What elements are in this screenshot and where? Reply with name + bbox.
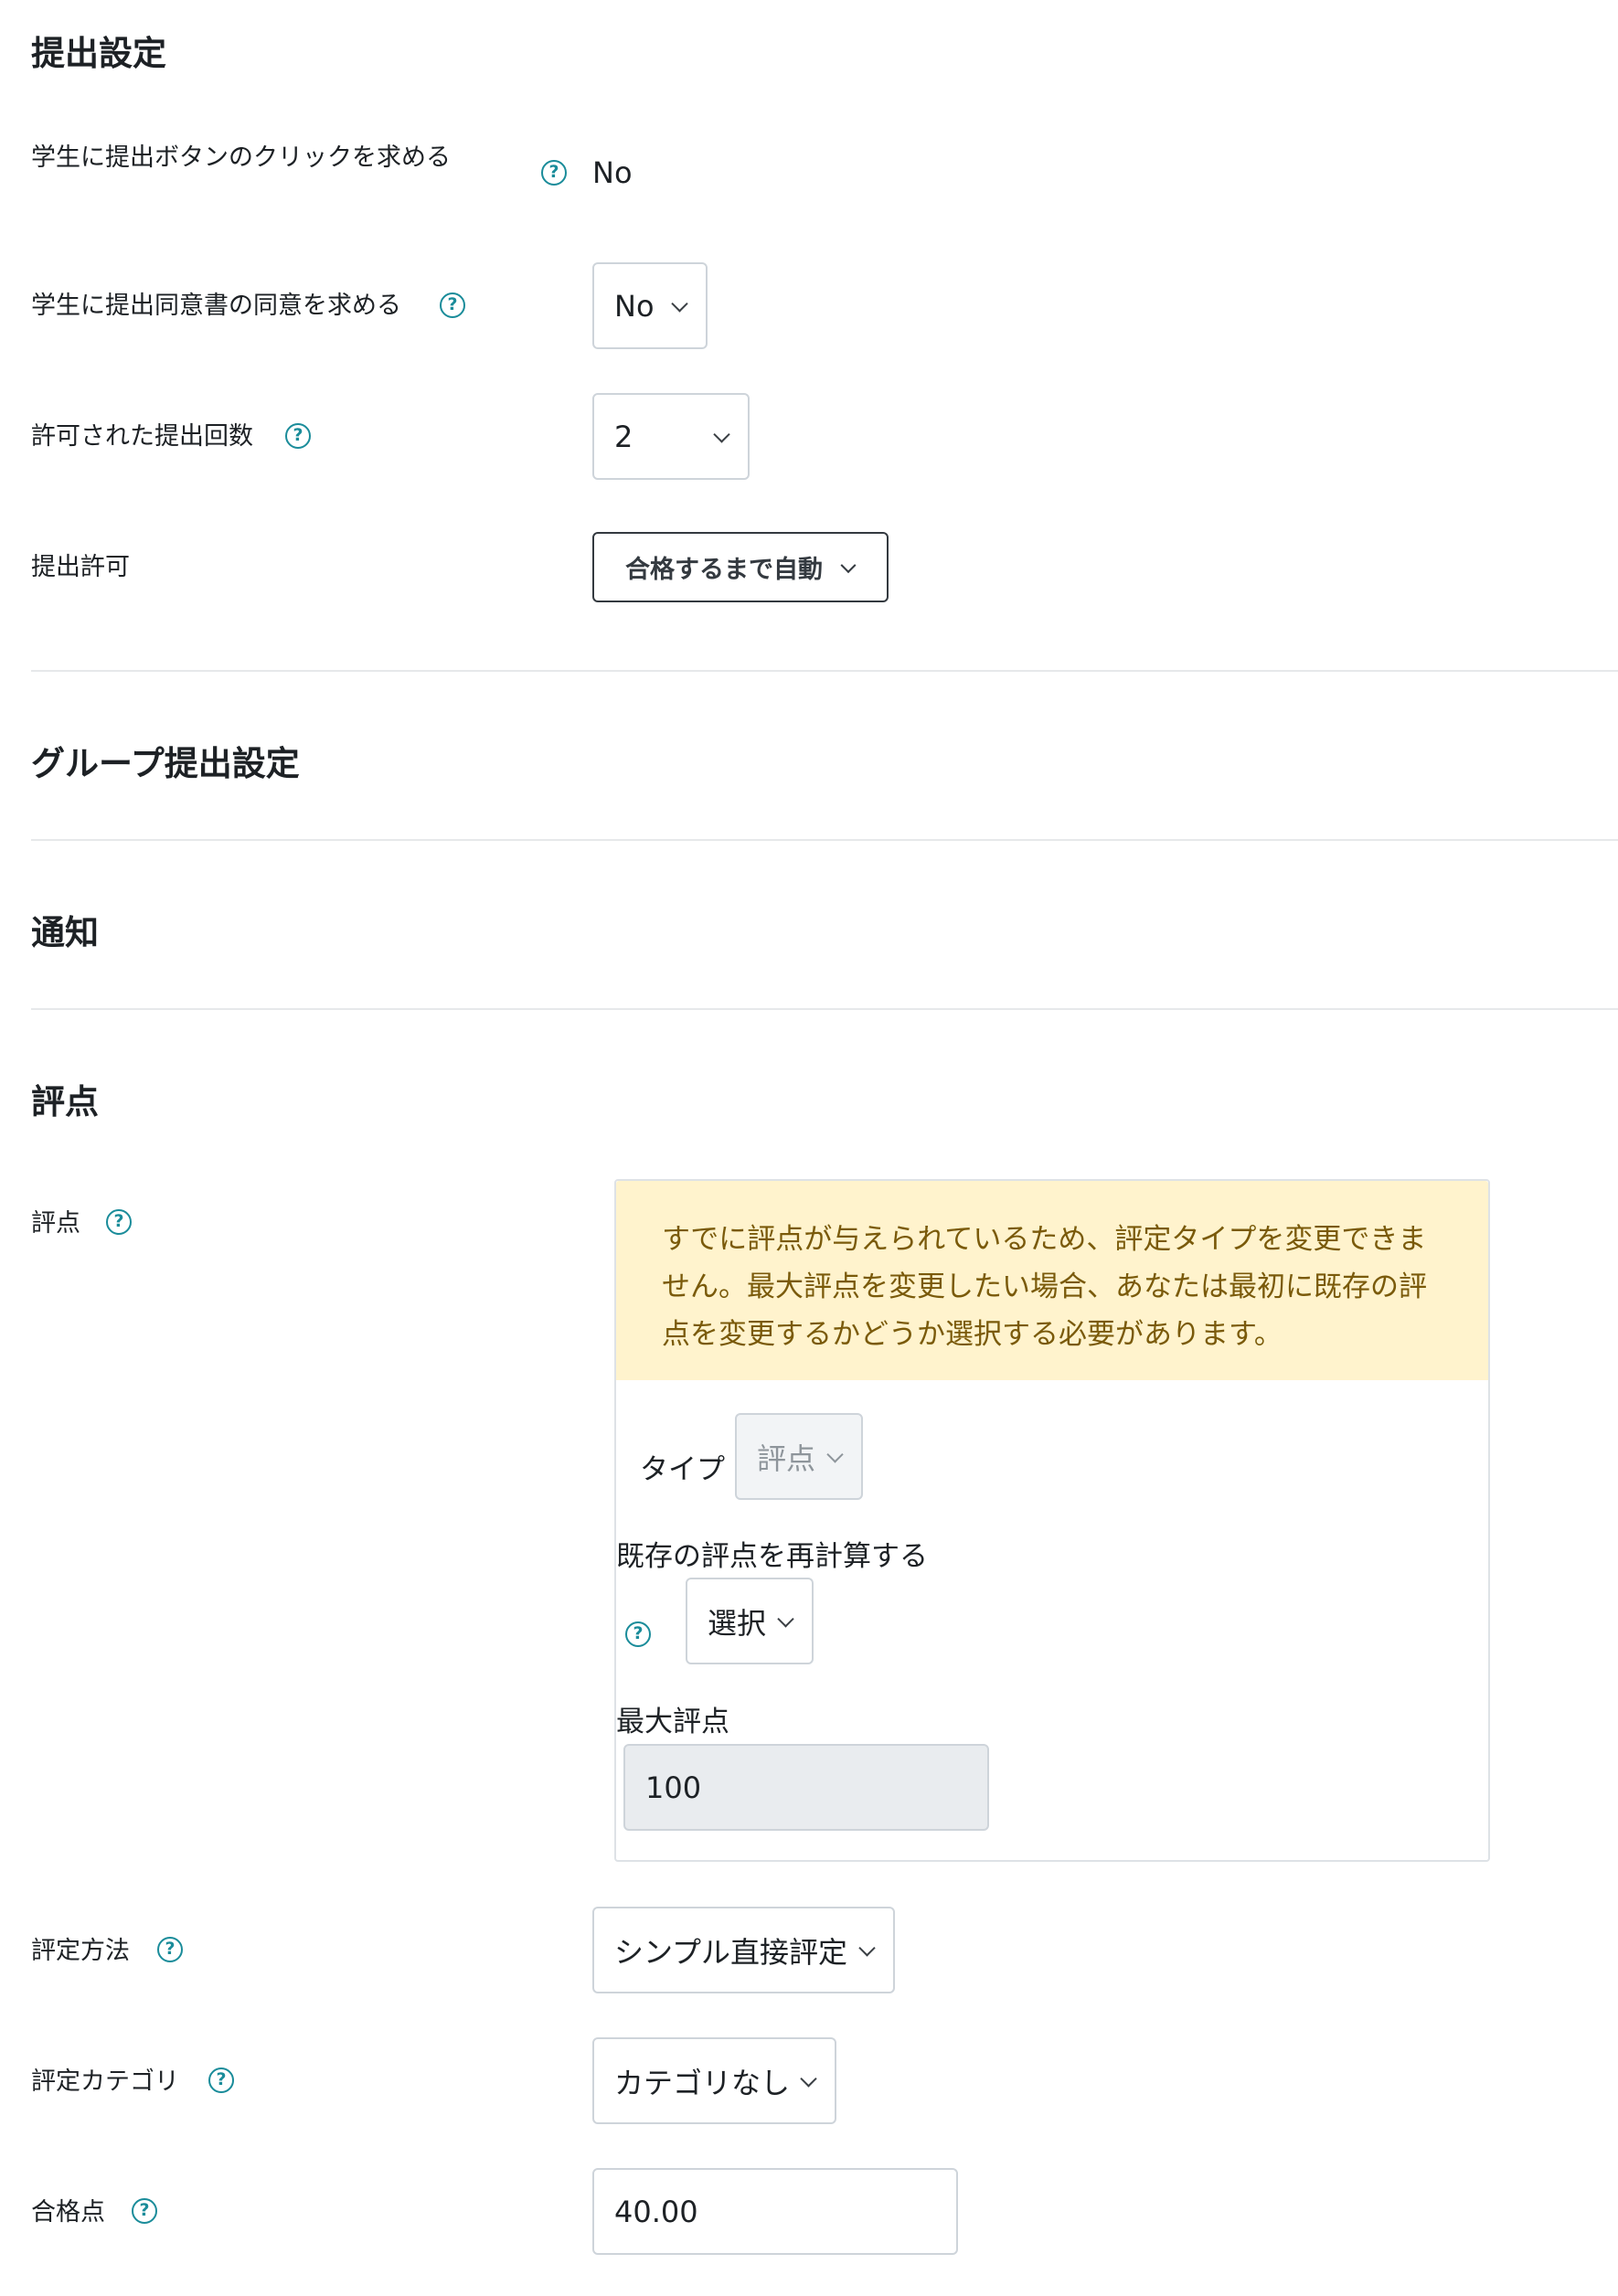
grade-category-label: 評定カテゴリ	[31, 2067, 179, 2096]
chevron-down-icon	[858, 1939, 876, 1957]
rescale-value: 選択	[708, 1605, 767, 1641]
grade-type-label: タイプ	[640, 1453, 725, 1486]
chevron-down-icon	[713, 425, 730, 443]
help-icon[interactable]: ?	[157, 1937, 183, 1962]
help-icon[interactable]: ?	[285, 423, 311, 449]
grading-method-value: シンプル直接評定	[614, 1934, 848, 1970]
max-grade-value: 100	[645, 1770, 702, 1805]
reopen-value: 合格するまで自動	[625, 556, 823, 584]
reopen-select-button[interactable]: 合格するまで自動	[592, 532, 889, 602]
max-grade-label: 最大評点	[616, 1706, 729, 1738]
grade-type-value: 評点	[757, 1440, 816, 1476]
max-attempts-value: 2	[614, 419, 633, 454]
chevron-down-icon	[826, 1445, 844, 1463]
chevron-down-icon	[671, 294, 688, 313]
grade-panel: すでに評点が与えられているため、評定タイプを変更できません。最大評点を変更したい…	[614, 1179, 1490, 1862]
section-title-notifications[interactable]: 通知	[31, 905, 99, 954]
max-grade-input: 100	[623, 1744, 989, 1831]
section-title-grade: 評点	[31, 1082, 99, 1121]
divider	[31, 670, 1618, 672]
pass-grade-value: 40.00	[614, 2194, 698, 2229]
help-icon[interactable]: ?	[440, 292, 465, 318]
grading-method-label: 評定方法	[31, 1937, 130, 1965]
rescale-select[interactable]: 選択	[686, 1578, 814, 1664]
chevron-down-icon	[840, 557, 857, 573]
grade-category-value: カテゴリなし	[614, 2065, 791, 2100]
require-submit-label: 学生に提出ボタンのクリックを求める	[31, 144, 451, 172]
pass-grade-label: 合格点	[31, 2198, 105, 2227]
divider	[31, 1008, 1618, 1010]
grade-alert: すでに評点が与えられているため、評定タイプを変更できません。最大評点を変更したい…	[616, 1181, 1488, 1380]
grade-alert-text: すでに評点が与えられているため、評定タイプを変更できません。最大評点を変更したい…	[662, 1223, 1427, 1351]
section-title-submission: 提出設定	[31, 34, 166, 73]
grading-method-select[interactable]: シンプル直接評定	[592, 1907, 895, 1993]
require-submit-value: No	[592, 155, 633, 190]
require-statement-select[interactable]: No	[592, 262, 708, 349]
grade-category-select[interactable]: カテゴリなし	[592, 2037, 836, 2124]
help-icon[interactable]: ?	[541, 160, 567, 186]
max-attempts-label: 許可された提出回数	[31, 422, 253, 451]
pass-grade-input[interactable]: 40.00	[592, 2168, 958, 2255]
chevron-down-icon	[777, 1610, 794, 1628]
reopen-label: 提出許可	[31, 553, 130, 581]
require-statement-label: 学生に提出同意書の同意を求める	[31, 292, 401, 320]
help-icon[interactable]: ?	[208, 2067, 234, 2093]
rescale-label: 既存の評点を再計算する	[616, 1540, 928, 1573]
grade-label: 評点	[31, 1209, 80, 1238]
require-statement-value: No	[614, 288, 655, 324]
grade-type-select: 評点	[735, 1413, 863, 1500]
help-icon[interactable]: ?	[625, 1621, 651, 1647]
section-title-group-submission[interactable]: グループ提出設定	[31, 736, 300, 785]
max-attempts-select[interactable]: 2	[592, 393, 750, 480]
help-icon[interactable]: ?	[106, 1209, 132, 1235]
help-icon[interactable]: ?	[132, 2198, 157, 2224]
chevron-down-icon	[800, 2069, 817, 2088]
divider	[31, 839, 1618, 841]
